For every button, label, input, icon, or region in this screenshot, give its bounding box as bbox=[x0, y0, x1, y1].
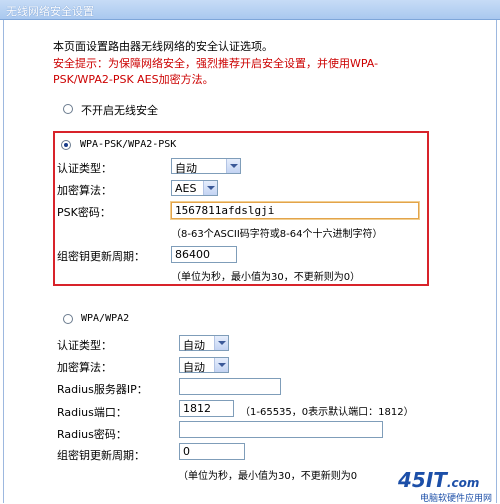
radius-password-input[interactable] bbox=[179, 421, 383, 438]
title-bar: 无线网络安全设置 bbox=[0, 0, 500, 20]
warning-line-1: 安全提示：为保障网络安全，强烈推荐开启安全设置，并使用WPA- bbox=[53, 57, 379, 70]
radio-disable-security[interactable] bbox=[63, 104, 73, 114]
watermark-logo: 45IT.com bbox=[398, 468, 480, 492]
wpa-psk-auth-label: 认证类型： bbox=[57, 162, 112, 175]
radius-port-input[interactable]: 1812 bbox=[179, 400, 234, 417]
wpa-renew-hint: （单位为秒，最小值为30，不更新则为0 bbox=[178, 471, 358, 482]
radio-wpa-psk[interactable] bbox=[61, 140, 71, 150]
psk-password-label: PSK密码： bbox=[57, 206, 111, 219]
radio-wpa-psk-label: WPA-PSK/WPA2-PSK bbox=[80, 139, 177, 150]
wpa-psk-auth-select[interactable]: 自动 bbox=[171, 158, 241, 175]
warning-line-2: PSK/WPA2-PSK AES加密方法。 bbox=[53, 73, 214, 86]
wpa-auth-label: 认证类型： bbox=[57, 339, 112, 352]
chevron-down-icon bbox=[203, 181, 217, 195]
wpa-psk-enc-label: 加密算法： bbox=[57, 184, 112, 197]
wpa-auth-select[interactable]: 自动 bbox=[179, 335, 229, 352]
radius-port-hint: （1-65535，0表示默认端口：1812） bbox=[240, 407, 414, 418]
radius-ip-label: Radius服务器IP： bbox=[57, 383, 148, 396]
radio-wpa-label: WPA/WPA2 bbox=[81, 313, 130, 324]
wpa-enc-label: 加密算法： bbox=[57, 361, 112, 374]
intro-text: 本页面设置路由器无线网络的安全认证选项。 bbox=[53, 40, 273, 53]
wpa-psk-renew-hint: （单位为秒，最小值为30，不更新则为0） bbox=[171, 272, 361, 283]
radius-password-label: Radius密码： bbox=[57, 428, 127, 441]
chevron-down-icon bbox=[226, 159, 240, 173]
wpa-psk-renew-label: 组密钥更新周期： bbox=[57, 250, 145, 263]
radio-disable-label: 不开启无线安全 bbox=[81, 104, 158, 117]
wpa-psk-enc-select[interactable]: AES bbox=[171, 180, 218, 196]
wpa-renew-label: 组密钥更新周期： bbox=[57, 449, 145, 462]
wpa-psk-renew-input[interactable]: 86400 bbox=[171, 246, 237, 263]
radius-port-label: Radius端口： bbox=[57, 406, 127, 419]
psk-password-input[interactable]: 1567811afdslgji bbox=[171, 202, 419, 219]
watermark-tagline: 电脑软硬件应用网 bbox=[420, 494, 493, 504]
chevron-down-icon bbox=[214, 336, 228, 350]
wpa-enc-select[interactable]: 自动 bbox=[179, 357, 229, 374]
radio-wpa[interactable] bbox=[63, 314, 73, 324]
wpa-renew-input[interactable]: 0 bbox=[179, 443, 245, 460]
psk-password-hint: （8-63个ASCII码字符或8-64个十六进制字符） bbox=[171, 229, 383, 240]
radius-ip-input[interactable] bbox=[179, 378, 281, 395]
page-title: 无线网络安全设置 bbox=[6, 5, 94, 18]
chevron-down-icon bbox=[214, 358, 228, 372]
